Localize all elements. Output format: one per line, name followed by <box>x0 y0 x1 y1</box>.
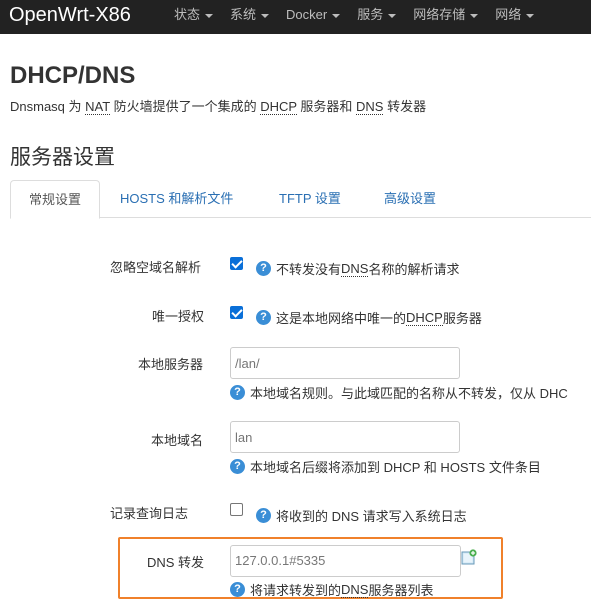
help-icon: ? <box>256 261 271 276</box>
settings-tabs: 常规设置 HOSTS 和解析文件 TFTP 设置 高级设置 <box>10 180 591 219</box>
main-menu: 状态 系统 Docker 服务 网络存储 网络 <box>174 0 551 34</box>
abbr-dns: DNS <box>356 99 384 115</box>
help-icon: ? <box>256 508 271 523</box>
menu-label: 系统 <box>230 7 257 22</box>
help-icon: ? <box>256 310 271 325</box>
abbr-nat: NAT <box>85 99 110 115</box>
desc-text: Dnsmasq 为 <box>10 99 86 114</box>
menu-label: 网络 <box>495 7 522 22</box>
help-text: 不转发没有 <box>276 262 342 277</box>
menu-label: 状态 <box>174 7 201 22</box>
menu-label: 服务 <box>357 7 384 22</box>
caret-down-icon <box>470 13 479 18</box>
dns-forward-label: DNS 转发 <box>147 555 205 570</box>
help-text: 本地域名后缀将添加到 DHCP 和 HOSTS 文件条目 <box>250 460 541 475</box>
local-server-label: 本地服务器 <box>138 357 204 372</box>
caret-down-icon <box>526 13 535 18</box>
page-description: Dnsmasq 为 NAT 防火墙提供了一个集成的 DHCP 服务器和 DNS … <box>10 96 426 115</box>
tab-advanced[interactable]: 高级设置 <box>366 180 454 218</box>
local-domain-label: 本地域名 <box>151 433 204 448</box>
desc-text: 服务器和 <box>296 99 357 114</box>
help-icon: ? <box>230 459 245 474</box>
caret-down-icon <box>388 13 397 18</box>
tab-tftp[interactable]: TFTP 设置 <box>261 180 359 218</box>
menu-label: Docker <box>286 7 328 22</box>
help-text: 本地域名规则。与此域匹配的名称从不转发，仅从 DHC <box>250 386 568 401</box>
desc-text: 防火墙提供了一个集成的 <box>109 99 261 114</box>
caret-down-icon <box>261 13 270 18</box>
ignore-empty-help: ? 不转发没有 DNS 名称的解析请求 <box>256 259 459 278</box>
dns-forward-help: ? 将请求转发到的 DNS 服务器列表 <box>230 580 433 599</box>
add-entry-icon[interactable] <box>461 549 477 565</box>
authoritative-help: ? 这是本地网络中唯一的 DHCP 服务器 <box>256 308 482 327</box>
log-queries-checkbox[interactable] <box>230 503 243 516</box>
abbr-dhcp: DHCP <box>406 309 443 326</box>
menu-nas[interactable]: 网络存储 <box>413 0 479 30</box>
help-text: 名称的解析请求 <box>368 262 460 277</box>
page-title: DHCP/DNS <box>10 62 136 89</box>
help-text: 服务器列表 <box>368 583 434 598</box>
desc-text: 转发器 <box>383 99 427 114</box>
authoritative-checkbox[interactable] <box>230 306 243 319</box>
abbr-dhcp: DHCP <box>260 99 297 115</box>
abbr-dns: DNS <box>341 260 369 277</box>
dns-forward-value: 127.0.0.1#5335 <box>235 553 326 568</box>
authoritative-label: 唯一授权 <box>152 309 205 324</box>
tab-general[interactable]: 常规设置 <box>10 180 101 219</box>
menu-docker[interactable]: Docker <box>286 0 341 30</box>
log-queries-label: 记录查询日志 <box>110 506 189 521</box>
help-text: 将请求转发到的 <box>250 583 342 598</box>
help-text: 服务器 <box>442 311 482 326</box>
caret-down-icon <box>332 13 341 18</box>
local-server-input[interactable] <box>230 347 460 379</box>
local-server-help: ? 本地域名规则。与此域匹配的名称从不转发，仅从 DHC <box>230 383 568 402</box>
log-queries-help: ? 将收到的 DNS 请求写入系统日志 <box>256 506 467 525</box>
local-domain-help: ? 本地域名后缀将添加到 DHCP 和 HOSTS 文件条目 <box>230 457 541 476</box>
menu-label: 网络存储 <box>413 7 466 22</box>
help-text: 这是本地网络中唯一的 <box>276 311 407 326</box>
dns-forward-input[interactable]: 127.0.0.1#5335 <box>230 545 461 577</box>
ignore-empty-label: 忽略空域名解析 <box>110 260 202 275</box>
menu-services[interactable]: 服务 <box>357 0 397 30</box>
caret-down-icon <box>205 13 214 18</box>
tab-hosts[interactable]: HOSTS 和解析文件 <box>102 180 251 218</box>
section-title: 服务器设置 <box>10 146 115 169</box>
help-icon: ? <box>230 385 245 400</box>
brand-logo[interactable]: OpenWrt-X86 <box>9 3 131 27</box>
ignore-empty-checkbox[interactable] <box>230 257 243 270</box>
menu-system[interactable]: 系统 <box>230 0 270 30</box>
local-domain-input[interactable] <box>230 421 460 453</box>
help-icon: ? <box>230 582 245 597</box>
help-text: 将收到的 DNS 请求写入系统日志 <box>276 509 467 524</box>
menu-status[interactable]: 状态 <box>174 0 214 30</box>
top-navbar: OpenWrt-X86 状态 系统 Docker 服务 网络存储 网络 <box>0 0 591 34</box>
menu-network[interactable]: 网络 <box>495 0 535 30</box>
abbr-dns: DNS <box>341 581 369 598</box>
